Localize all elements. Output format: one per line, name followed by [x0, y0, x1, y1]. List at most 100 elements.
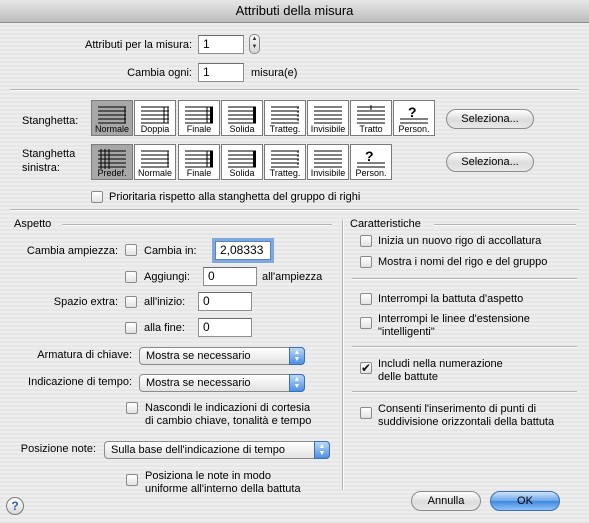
cancel-button[interactable]: Annulla	[411, 491, 481, 511]
note-position-popup[interactable]: Sulla base dell'indicazione di tempo ▲ ▼	[104, 441, 330, 459]
extra-end-label: alla fine:	[144, 322, 185, 334]
change-in-label: Cambia in:	[144, 245, 197, 257]
barline-option[interactable]: Doppia	[134, 100, 176, 136]
left-barline-label-1: Stanghetta	[22, 148, 76, 160]
column-divider	[342, 220, 344, 490]
left-barline-option-label: Finale	[186, 168, 212, 178]
svg-text:?: ?	[365, 149, 374, 164]
extra-space-label: Spazio extra:	[53, 296, 118, 308]
uniform-position-label-1: Posiziona le note in modo	[145, 470, 271, 482]
barline-option-label: Invisibile	[310, 124, 346, 134]
barline-option-label: Doppia	[140, 124, 170, 134]
dialog-content: Attributi per la misura: 1 ▲ ▼ Cambia ogn…	[0, 23, 589, 523]
left-barline-select-button[interactable]: Seleziona...	[446, 152, 534, 172]
window-title: Attributi della misura	[0, 0, 589, 23]
attributes-stepper[interactable]: ▲ ▼	[249, 34, 260, 54]
measures-unit-label: misura(e)	[251, 67, 298, 79]
key-signature-label: Armatura di chiave:	[37, 349, 132, 361]
features-title-rule	[434, 224, 576, 226]
left-barline-option[interactable]: Solida	[221, 144, 263, 180]
allow-split-checkbox[interactable]	[360, 407, 372, 419]
left-barline-option[interactable]: Finale	[178, 144, 220, 180]
left-barline-option-label: Normale	[137, 168, 172, 178]
left-barline-label-2: sinistra:	[22, 162, 60, 174]
help-button[interactable]: ?	[6, 497, 24, 515]
separator	[352, 391, 577, 393]
hide-courtesy-label-1: Nascondi le indicazioni di cortesia	[145, 402, 311, 414]
attributes-per-measure-label: Attributi per la misura:	[85, 39, 192, 51]
separator	[10, 209, 579, 211]
ok-button[interactable]: OK	[490, 491, 560, 511]
add-label: Aggiungi:	[144, 271, 190, 283]
break-rest-checkbox[interactable]	[360, 293, 372, 305]
barline-option-label: Tratto	[359, 124, 383, 134]
extra-end-checkbox[interactable]	[125, 322, 137, 334]
note-position-label: Posizione note:	[20, 443, 96, 455]
extra-start-label: all'inizio:	[144, 296, 186, 308]
show-names-checkbox[interactable]	[360, 256, 372, 268]
left-barline-option[interactable]: Tratteg.	[264, 144, 306, 180]
priority-checkbox[interactable]	[91, 191, 103, 203]
separator	[10, 89, 579, 91]
time-signature-label: Indicazione di tempo:	[28, 376, 132, 388]
change-every-field[interactable]: 1	[198, 63, 244, 82]
left-barline-option[interactable]: ? Person.	[350, 144, 392, 180]
allow-split-label-2: suddivisione orizzontali della battuta	[378, 416, 555, 428]
note-position-value: Sulla base dell'indicazione di tempo	[111, 444, 285, 456]
break-rest-label: Interrompi la battuta d'aspetto	[378, 293, 524, 305]
show-names-label: Mostra i nomi del rigo e del gruppo	[378, 256, 548, 268]
break-extension-label-1: Interrompi le linee d'estensione	[378, 313, 530, 325]
help-icon: ?	[11, 499, 19, 513]
left-barline-option-label: Predef.	[97, 168, 127, 178]
attributes-per-measure-field[interactable]: 1	[198, 35, 244, 54]
left-barline-option-label: Invisibile	[310, 168, 346, 178]
key-signature-popup[interactable]: Mostra se necessario ▲ ▼	[139, 347, 305, 365]
add-suffix-label: all'ampiezza	[262, 271, 323, 283]
barline-option-label: Solida	[229, 124, 255, 134]
add-checkbox[interactable]	[125, 271, 137, 283]
barline-option[interactable]: Tratto	[350, 100, 392, 136]
left-barline-option-label: Tratteg.	[269, 168, 301, 178]
change-in-field[interactable]: 2,08333	[215, 241, 271, 260]
barline-option-label: Tratteg.	[269, 124, 301, 134]
time-signature-popup[interactable]: Mostra se necessario ▲ ▼	[139, 374, 305, 392]
separator	[352, 278, 577, 280]
break-extension-checkbox[interactable]	[360, 317, 372, 329]
priority-label: Prioritaria rispetto alla stanghetta del…	[109, 191, 361, 203]
include-numbering-checkbox[interactable]: ✔	[360, 362, 372, 374]
time-signature-value: Mostra se necessario	[146, 377, 251, 389]
left-barline-option[interactable]: Normale	[134, 144, 176, 180]
left-barline-option[interactable]: Invisibile	[307, 144, 349, 180]
svg-text:?: ?	[408, 105, 417, 120]
popup-arrows-icon: ▲ ▼	[289, 374, 305, 392]
extra-start-field[interactable]: 0	[198, 292, 252, 311]
change-every-label: Cambia ogni:	[127, 67, 192, 79]
left-barline-option-label: Solida	[229, 168, 255, 178]
new-system-label: Inizia un nuovo rigo di accollatura	[378, 235, 542, 247]
barline-option-label: Finale	[186, 124, 212, 134]
new-system-checkbox[interactable]	[360, 235, 372, 247]
barline-option[interactable]: Solida	[221, 100, 263, 136]
barline-option[interactable]: Tratteg.	[264, 100, 306, 136]
popup-arrows-icon: ▲ ▼	[314, 441, 330, 459]
hide-courtesy-label-2: di cambio chiave, tonalità e tempo	[145, 415, 312, 427]
barline-label: Stanghetta:	[22, 115, 79, 127]
aspect-section-title: Aspetto	[14, 218, 52, 230]
hide-courtesy-checkbox[interactable]	[126, 402, 138, 414]
left-barline-option[interactable]: Predef.	[91, 144, 133, 180]
change-width-checkbox[interactable]	[125, 244, 137, 256]
barline-option-label: Normale	[94, 124, 129, 134]
change-width-label: Cambia ampiezza:	[26, 245, 118, 257]
barline-select-button[interactable]: Seleziona...	[446, 109, 534, 129]
barline-option[interactable]: Normale	[91, 100, 133, 136]
barline-option[interactable]: Finale	[178, 100, 220, 136]
extra-end-field[interactable]: 0	[198, 318, 252, 337]
barline-option-label: Person.	[398, 124, 430, 134]
barline-option[interactable]: ? Person.	[393, 100, 435, 136]
add-field[interactable]: 0	[203, 267, 257, 286]
uniform-position-checkbox[interactable]	[126, 474, 138, 486]
aspect-title-rule	[62, 224, 332, 226]
features-section-title: Caratteristiche	[350, 218, 421, 230]
barline-option[interactable]: Invisibile	[307, 100, 349, 136]
extra-start-checkbox[interactable]	[125, 296, 137, 308]
